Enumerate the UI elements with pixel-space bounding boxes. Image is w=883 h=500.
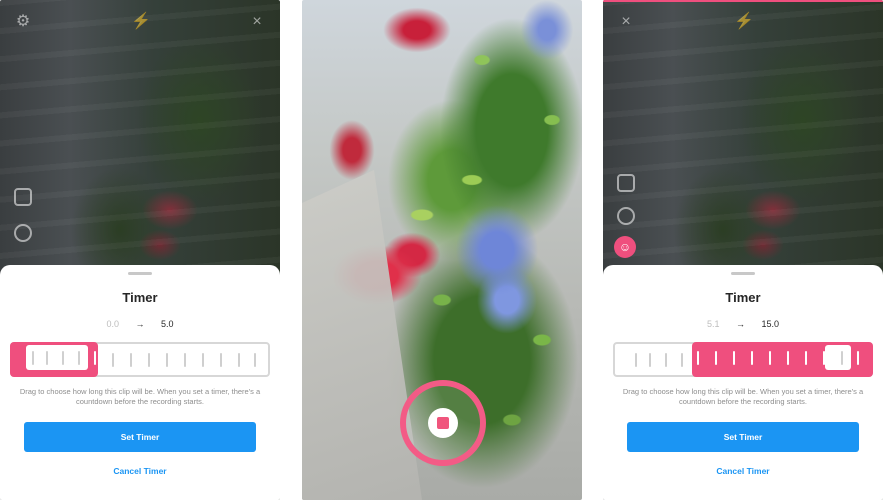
timer-range: 5.1 → 15.0 <box>603 319 883 329</box>
timeline-tick <box>62 351 64 365</box>
helper-text: Drag to choose how long this clip will b… <box>19 387 261 406</box>
gallery-icon[interactable] <box>617 174 635 192</box>
timer-selection[interactable] <box>692 342 873 377</box>
timeline-tick <box>769 351 771 365</box>
recording-screen <box>302 0 582 500</box>
timeline-tick <box>857 351 859 365</box>
flash-off-icon[interactable]: ⚡ <box>734 13 754 31</box>
timer-slider[interactable] <box>613 342 873 377</box>
cancel-timer-link[interactable]: Cancel Timer <box>0 466 280 476</box>
start-time: 5.1 <box>706 319 720 329</box>
timeline-tick <box>751 351 753 365</box>
timeline-tick <box>681 353 683 367</box>
timeline-tick <box>32 351 34 365</box>
helper-text: Drag to choose how long this clip will b… <box>622 387 864 406</box>
timeline-tick <box>130 353 132 367</box>
timeline-tick <box>665 353 667 367</box>
timeline-tick <box>715 351 717 365</box>
timeline-tick <box>148 353 150 367</box>
sheet-title: Timer <box>122 290 158 305</box>
timer-screen-left: ⚙ ⚡ × Timer 0.0 → 5.0 Drag to choose how… <box>0 0 280 500</box>
timer-sheet: Timer 0.0 → 5.0 Drag to choose how long … <box>0 265 280 500</box>
timeline-tick <box>238 353 240 367</box>
timer-screen-right: × ⚡ ☺ Timer 5.1 → 15.0 Drag to choose ho… <box>603 0 883 500</box>
close-icon[interactable]: × <box>617 13 635 31</box>
set-timer-button[interactable]: Set Timer <box>24 422 256 452</box>
timeline-tick <box>635 353 637 367</box>
gear-icon[interactable]: ⚙ <box>14 13 32 31</box>
timeline-tick <box>202 353 204 367</box>
timer-range: 0.0 → 5.0 <box>0 319 280 329</box>
timeline-tick <box>805 351 807 365</box>
timer-handle[interactable] <box>825 345 851 370</box>
timeline-tick <box>94 351 96 365</box>
sheet-grabber[interactable] <box>731 272 755 275</box>
progress-indicator <box>603 0 883 2</box>
sheet-title: Timer <box>725 290 761 305</box>
stop-icon <box>437 417 449 429</box>
speed-icon[interactable] <box>14 224 32 242</box>
speed-icon[interactable] <box>617 207 635 225</box>
timeline-tick <box>649 353 651 367</box>
timeline-tick <box>254 353 256 367</box>
timeline-tick <box>166 353 168 367</box>
sticker-icon[interactable]: ☺ <box>614 236 636 258</box>
arrow-icon: → <box>735 319 745 329</box>
timeline-tick <box>78 351 80 365</box>
timer-selection[interactable] <box>10 342 98 377</box>
timeline-tick <box>841 351 843 365</box>
timeline-tick <box>220 353 222 367</box>
flash-off-icon[interactable]: ⚡ <box>131 13 151 31</box>
start-time: 0.0 <box>106 319 119 329</box>
end-time: 15.0 <box>761 319 780 329</box>
timer-slider[interactable] <box>10 342 270 377</box>
gallery-icon[interactable] <box>14 188 32 206</box>
timeline-tick <box>697 351 699 365</box>
timeline-tick <box>112 353 114 367</box>
timer-sheet: Timer 5.1 → 15.0 Drag to choose how long… <box>603 265 883 500</box>
timeline-tick <box>733 351 735 365</box>
set-timer-button[interactable]: Set Timer <box>627 422 859 452</box>
timeline-tick <box>184 353 186 367</box>
arrow-icon: → <box>135 319 145 329</box>
sheet-grabber[interactable] <box>128 272 152 275</box>
end-time: 5.0 <box>161 319 174 329</box>
cancel-timer-link[interactable]: Cancel Timer <box>603 466 883 476</box>
record-inner <box>428 408 458 438</box>
record-button[interactable] <box>400 380 486 466</box>
timeline-tick <box>46 351 48 365</box>
close-icon[interactable]: × <box>248 13 266 31</box>
timeline-tick <box>787 351 789 365</box>
timeline-tick <box>823 351 825 365</box>
